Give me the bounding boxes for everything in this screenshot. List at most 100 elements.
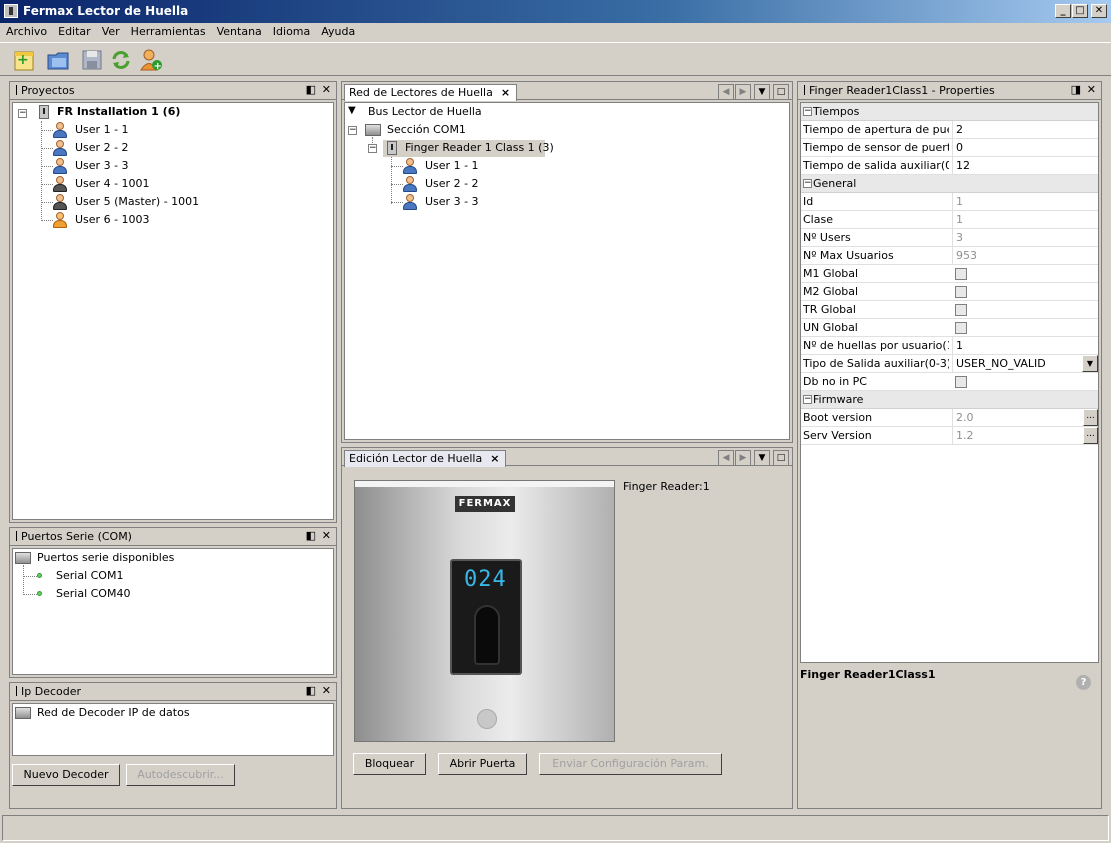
collapse-icon[interactable]: − bbox=[348, 126, 357, 135]
tab-red[interactable]: Red de Lectores de Huella × bbox=[344, 84, 518, 101]
property-category[interactable]: − General bbox=[801, 175, 1098, 193]
svg-text:+: + bbox=[17, 52, 29, 68]
property-checkbox[interactable] bbox=[955, 376, 967, 388]
close-tab-icon[interactable]: × bbox=[501, 86, 510, 99]
property-checkbox[interactable] bbox=[955, 268, 967, 280]
red-tab-label: Red de Lectores de Huella bbox=[349, 86, 493, 99]
menu-ventana[interactable]: Ventana bbox=[211, 23, 267, 38]
property-checkbox[interactable] bbox=[955, 304, 967, 316]
maximize-icon[interactable]: □ bbox=[773, 450, 789, 466]
close-icon[interactable]: ✕ bbox=[322, 684, 331, 697]
open-folder-icon[interactable] bbox=[46, 47, 72, 73]
new-project-icon[interactable]: + bbox=[12, 47, 38, 73]
property-value[interactable]: USER_NO_VALID bbox=[952, 355, 1098, 372]
menu-idioma[interactable]: Idioma bbox=[267, 23, 315, 38]
property-key: Serv Version bbox=[803, 429, 872, 442]
reader-node[interactable]: Finger Reader 1 Class 1 (3) bbox=[405, 139, 554, 157]
add-user-icon[interactable]: + bbox=[138, 47, 164, 73]
chevron-down-icon[interactable]: ▼ bbox=[754, 450, 770, 466]
property-key: TR Global bbox=[803, 303, 856, 316]
enviar-configuracion-button[interactable]: Enviar Configuración Param. bbox=[539, 753, 722, 775]
port-item[interactable]: Serial COM1 bbox=[56, 567, 123, 585]
property-value[interactable]: 1 bbox=[952, 337, 1098, 354]
menu-herramientas[interactable]: Herramientas bbox=[125, 23, 211, 38]
menu-ayuda[interactable]: Ayuda bbox=[315, 23, 360, 38]
expand-arrow-icon[interactable]: ▼ bbox=[348, 105, 356, 116]
bus-node[interactable]: Bus Lector de Huella bbox=[368, 103, 482, 121]
close-window-button[interactable]: ✕ bbox=[1091, 4, 1107, 18]
tree-item-user[interactable]: User 1 - 1 bbox=[425, 157, 479, 175]
tab-edicion[interactable]: Edición Lector de Huella × bbox=[344, 450, 507, 467]
tree-item-user[interactable]: User 2 - 2 bbox=[425, 175, 479, 193]
menu-ver[interactable]: Ver bbox=[96, 23, 125, 38]
port-item[interactable]: Serial COM40 bbox=[56, 585, 130, 603]
ipdecoder-root[interactable]: Red de Decoder IP de datos bbox=[37, 704, 190, 722]
property-value[interactable]: 12 bbox=[952, 157, 1098, 174]
dock-icon[interactable]: ◧ bbox=[306, 83, 316, 96]
server-icon bbox=[15, 552, 31, 564]
tree-root-installation[interactable]: FR Installation 1 (6) bbox=[57, 103, 180, 121]
property-value[interactable]: 0 bbox=[952, 139, 1098, 156]
chevron-down-icon[interactable]: ▼ bbox=[754, 84, 770, 100]
user-icon bbox=[403, 194, 417, 210]
refresh-icon[interactable] bbox=[108, 47, 134, 73]
close-icon[interactable]: ✕ bbox=[1087, 83, 1096, 96]
ipdecoder-tree: Red de Decoder IP de datos bbox=[12, 703, 334, 756]
tree-item-user[interactable]: User 2 - 2 bbox=[75, 139, 129, 157]
property-row: Tiempo de apertura de puerta(2 bbox=[801, 121, 1098, 139]
reader-face: 024 bbox=[450, 559, 522, 675]
tree-item-user[interactable]: User 6 - 1003 bbox=[75, 211, 150, 229]
tree-item-user[interactable]: User 4 - 1001 bbox=[75, 175, 150, 193]
property-category[interactable]: − Tiempos bbox=[801, 103, 1098, 121]
autodescubrir-button[interactable]: Autodescubrir... bbox=[126, 764, 235, 786]
collapse-icon[interactable]: − bbox=[803, 395, 812, 404]
property-value: 3 bbox=[952, 229, 1098, 246]
bloquear-button[interactable]: Bloquear bbox=[353, 753, 426, 775]
menu-archivo[interactable]: Archivo bbox=[0, 23, 52, 38]
property-category[interactable]: − Firmware bbox=[801, 391, 1098, 409]
dock-icon[interactable]: ◧ bbox=[306, 684, 316, 697]
close-icon[interactable]: ✕ bbox=[322, 83, 331, 96]
ellipsis-button[interactable]: ... bbox=[1083, 409, 1098, 426]
tree-item-user[interactable]: User 3 - 3 bbox=[425, 193, 479, 211]
red-header: Red de Lectores de Huella × ◀ ▶ ▼ □ bbox=[342, 82, 792, 101]
minimize-button[interactable]: _ bbox=[1055, 4, 1071, 18]
save-icon[interactable] bbox=[80, 47, 106, 73]
maximize-button[interactable]: □ bbox=[1072, 4, 1088, 18]
section-node[interactable]: Sección COM1 bbox=[387, 121, 466, 139]
menu-bar: Archivo Editar Ver Herramientas Ventana Idiom… bbox=[0, 23, 1111, 42]
status-dot-icon bbox=[37, 573, 42, 578]
tree-item-user[interactable]: User 5 (Master) - 1001 bbox=[75, 193, 199, 211]
property-row: Clase 1 bbox=[801, 211, 1098, 229]
edicion-tab-label: Edición Lector de Huella bbox=[349, 452, 483, 465]
close-tab-icon[interactable]: × bbox=[490, 452, 499, 465]
collapse-icon[interactable]: − bbox=[803, 179, 812, 188]
dock-icon[interactable]: ◨ bbox=[1071, 83, 1081, 96]
collapse-icon[interactable]: − bbox=[803, 107, 812, 116]
property-row: Id 1 bbox=[801, 193, 1098, 211]
puertos-root[interactable]: Puertos serie disponibles bbox=[37, 549, 174, 567]
left-arrow-icon[interactable]: ◀ bbox=[718, 450, 734, 466]
chevron-down-icon[interactable]: ▼ bbox=[1082, 355, 1098, 372]
dock-icon[interactable]: ◧ bbox=[306, 529, 316, 542]
right-arrow-icon[interactable]: ▶ bbox=[735, 84, 751, 100]
tree-item-user[interactable]: User 3 - 3 bbox=[75, 157, 129, 175]
nuevo-decoder-button[interactable]: Nuevo Decoder bbox=[12, 764, 120, 786]
property-row: Nº Max Usuarios 953 bbox=[801, 247, 1098, 265]
collapse-icon[interactable]: − bbox=[18, 109, 27, 118]
user-icon bbox=[403, 158, 417, 174]
property-value[interactable]: 2 bbox=[952, 121, 1098, 138]
property-checkbox[interactable] bbox=[955, 322, 967, 334]
right-arrow-icon[interactable]: ▶ bbox=[735, 450, 751, 466]
help-icon[interactable]: ? bbox=[1076, 675, 1091, 690]
installation-icon bbox=[39, 105, 49, 119]
tree-item-user[interactable]: User 1 - 1 bbox=[75, 121, 129, 139]
maximize-icon[interactable]: □ bbox=[773, 84, 789, 100]
left-arrow-icon[interactable]: ◀ bbox=[718, 84, 734, 100]
abrir-puerta-button[interactable]: Abrir Puerta bbox=[438, 753, 527, 775]
ellipsis-button[interactable]: ... bbox=[1083, 427, 1098, 444]
close-icon[interactable]: ✕ bbox=[322, 529, 331, 542]
menu-editar[interactable]: Editar bbox=[52, 23, 96, 38]
property-checkbox[interactable] bbox=[955, 286, 967, 298]
collapse-icon[interactable]: − bbox=[368, 144, 377, 153]
